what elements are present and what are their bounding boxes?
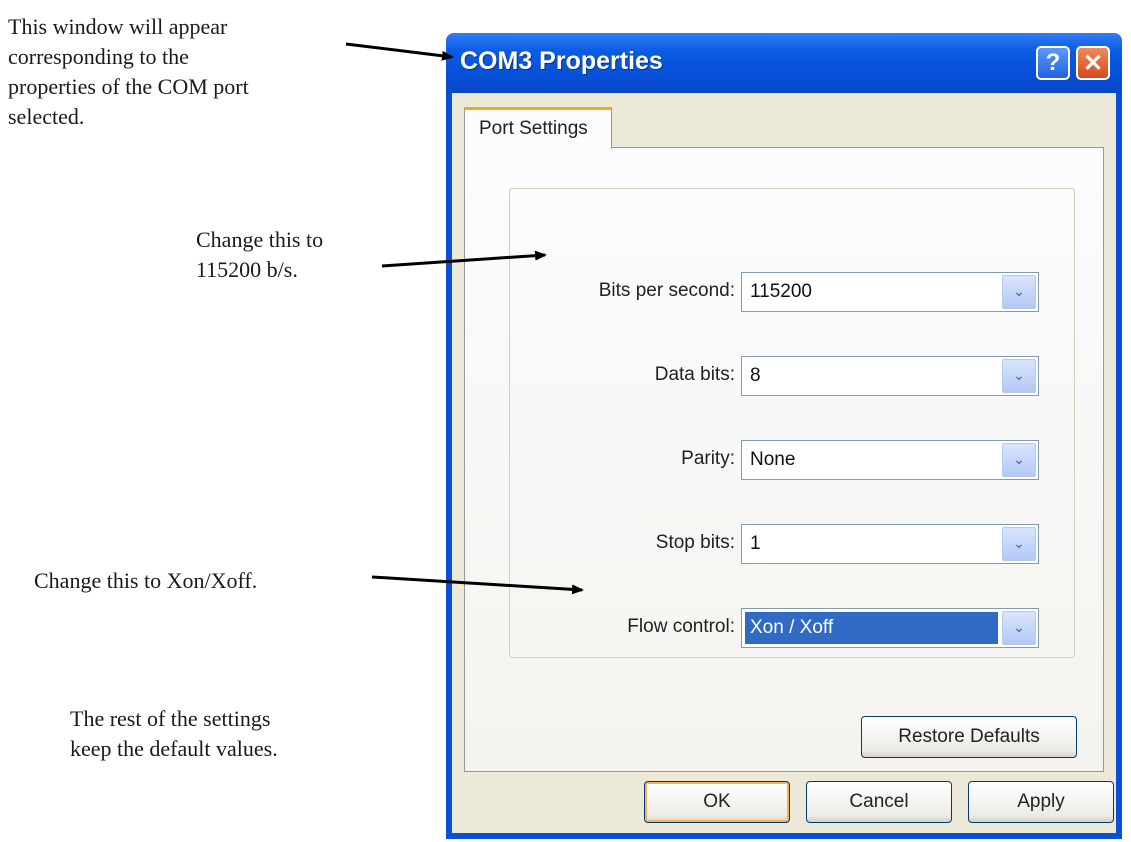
dropdown-button[interactable]: ⌄: [1002, 527, 1036, 561]
dialog-client-area: Port Settings Bits per second: 115200 ⌄ …: [452, 93, 1116, 833]
port-settings-panel: Bits per second: 115200 ⌄ Data bits: 8 ⌄…: [464, 147, 1104, 772]
dialog-title: COM3 Properties: [460, 47, 663, 75]
stop-bits-label: Stop bits:: [655, 532, 735, 553]
row-stop-bits: Stop bits: 1 ⌄: [465, 524, 1105, 564]
data-bits-label: Data bits:: [654, 364, 735, 385]
chevron-down-icon: ⌄: [1013, 452, 1025, 468]
chevron-down-icon: ⌄: [1013, 284, 1025, 300]
stop-bits-value: 1: [750, 533, 761, 554]
chevron-down-icon: ⌄: [1013, 536, 1025, 552]
flow-control-select[interactable]: Xon / Xoff ⌄: [741, 608, 1039, 648]
annotation-rest-note: The rest of the settings keep the defaul…: [70, 706, 278, 761]
row-bits-per-second: Bits per second: 115200 ⌄: [465, 272, 1105, 312]
dropdown-button[interactable]: ⌄: [1002, 275, 1036, 309]
help-icon: ?: [1045, 49, 1061, 76]
row-parity: Parity: None ⌄: [465, 440, 1105, 480]
flow-control-label: Flow control:: [627, 616, 735, 637]
close-icon: ✕: [1082, 49, 1104, 77]
dropdown-button[interactable]: ⌄: [1002, 443, 1036, 477]
row-data-bits: Data bits: 8 ⌄: [465, 356, 1105, 396]
bits-per-second-select[interactable]: 115200 ⌄: [741, 272, 1039, 312]
stop-bits-select[interactable]: 1 ⌄: [741, 524, 1039, 564]
dropdown-button[interactable]: ⌄: [1002, 359, 1036, 393]
apply-button[interactable]: Apply: [968, 781, 1114, 823]
annotation-bps-note: Change this to 115200 b/s.: [196, 227, 324, 282]
title-bar[interactable]: COM3 Properties ? ✕: [446, 33, 1122, 93]
flow-control-value: Xon / Xoff: [750, 617, 834, 638]
dropdown-button[interactable]: ⌄: [1002, 611, 1036, 645]
help-button[interactable]: ?: [1036, 46, 1070, 80]
parity-value: None: [750, 449, 796, 470]
data-bits-value: 8: [750, 365, 761, 386]
bits-per-second-label: Bits per second:: [598, 280, 735, 301]
annotation-window-note: This window will appear corresponding to…: [8, 14, 249, 129]
tab-port-settings[interactable]: Port Settings: [464, 107, 612, 149]
chevron-down-icon: ⌄: [1013, 620, 1025, 636]
close-button[interactable]: ✕: [1076, 46, 1110, 80]
parity-label: Parity:: [681, 448, 735, 469]
chevron-down-icon: ⌄: [1013, 368, 1025, 384]
settings-group: [509, 188, 1075, 658]
annotation-flow-note: Change this to Xon/Xoff.: [34, 568, 258, 593]
ok-button[interactable]: OK: [644, 781, 790, 823]
data-bits-select[interactable]: 8 ⌄: [741, 356, 1039, 396]
restore-defaults-button[interactable]: Restore Defaults: [861, 716, 1077, 758]
bits-per-second-value: 115200: [750, 281, 812, 302]
com-properties-dialog: COM3 Properties ? ✕ Port Settings Bits p…: [446, 33, 1122, 839]
row-flow-control: Flow control: Xon / Xoff ⌄: [465, 608, 1105, 648]
cancel-button[interactable]: Cancel: [806, 781, 952, 823]
parity-select[interactable]: None ⌄: [741, 440, 1039, 480]
